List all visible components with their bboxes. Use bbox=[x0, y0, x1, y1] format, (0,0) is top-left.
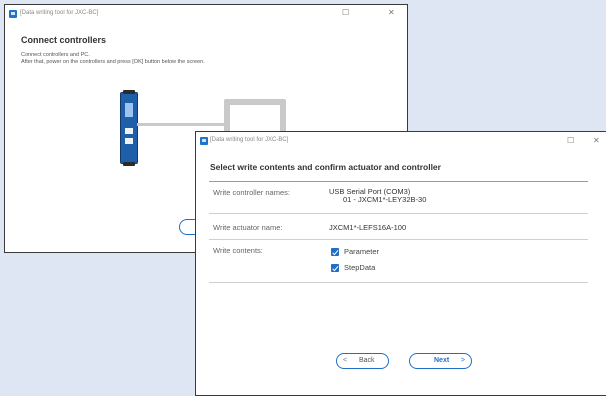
divider bbox=[209, 213, 588, 214]
instruction-text: Connect controllers and PC. bbox=[21, 52, 90, 58]
parameter-label: Parameter bbox=[344, 247, 380, 256]
close-icon[interactable]: ✕ bbox=[593, 137, 600, 145]
parameter-checkbox[interactable] bbox=[331, 248, 339, 256]
page-title: Select write contents and confirm actuat… bbox=[210, 162, 441, 172]
write-contents-label: Write contents: bbox=[213, 246, 263, 255]
divider bbox=[209, 181, 588, 182]
actuator-name-value: JXCM1*-LEFS16A-100 bbox=[329, 223, 407, 232]
divider bbox=[209, 282, 588, 283]
stepdata-checkbox[interactable] bbox=[331, 264, 339, 272]
app-icon bbox=[9, 10, 17, 18]
back-label: Back bbox=[359, 357, 375, 364]
next-label: Next bbox=[434, 357, 450, 364]
app-icon bbox=[200, 137, 208, 145]
maximize-icon[interactable]: ☐ bbox=[567, 137, 574, 145]
chevron-left-icon: < bbox=[343, 357, 348, 364]
next-button[interactable]: Next > bbox=[409, 353, 472, 369]
title-bar: [Data writing tool for JXC-BC] ☐ ✕ bbox=[196, 132, 606, 150]
back-button[interactable]: < Back bbox=[336, 353, 389, 369]
maximize-icon[interactable]: ☐ bbox=[342, 9, 349, 17]
window-title: [Data writing tool for JXC-BC] bbox=[210, 137, 289, 143]
controller-names-label: Write controller names: bbox=[213, 188, 290, 197]
chevron-right-icon: > bbox=[460, 357, 465, 364]
divider bbox=[209, 239, 588, 240]
select-write-contents-window: [Data writing tool for JXC-BC] ☐ ✕ Selec… bbox=[195, 131, 606, 396]
close-icon[interactable]: ✕ bbox=[388, 9, 395, 17]
actuator-name-label: Write actuator name: bbox=[213, 223, 283, 232]
instruction-text: After that, power on the controllers and… bbox=[21, 59, 205, 65]
page-title: Connect controllers bbox=[21, 35, 107, 45]
controller-illustration bbox=[120, 90, 138, 166]
window-title: [Data writing tool for JXC-BC] bbox=[20, 10, 99, 16]
controller-name-value: 01 - JXCM1*-LEY32B-30 bbox=[343, 195, 427, 204]
cable-illustration bbox=[137, 123, 225, 126]
stepdata-label: StepData bbox=[344, 263, 376, 272]
title-bar: [Data writing tool for JXC-BC] ☐ ✕ bbox=[5, 5, 407, 23]
